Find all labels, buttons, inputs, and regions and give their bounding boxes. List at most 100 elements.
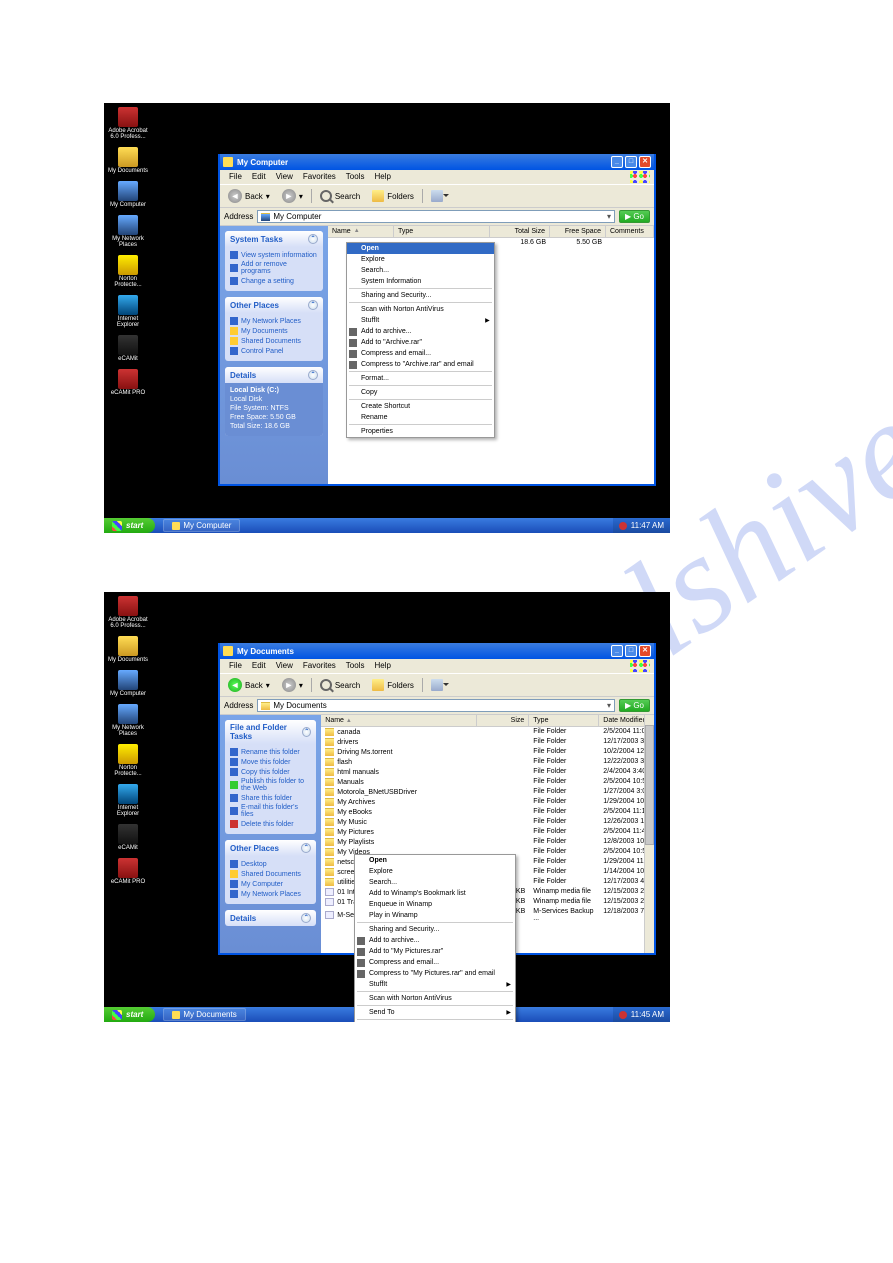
- menu-item[interactable]: Add to archive...: [347, 326, 494, 337]
- task-change-setting[interactable]: Change a setting: [230, 276, 318, 286]
- panel-heading[interactable]: Other Places⌃: [225, 840, 316, 856]
- menu-item[interactable]: Sharing and Security...: [347, 290, 494, 301]
- task-move[interactable]: Move this folder: [230, 757, 311, 767]
- folders-button[interactable]: Folders: [368, 188, 418, 204]
- menu-favorites[interactable]: Favorites: [298, 171, 341, 183]
- dropdown-icon[interactable]: ▾: [607, 212, 611, 221]
- taskbar-item[interactable]: My Documents: [163, 1008, 245, 1021]
- menu-item[interactable]: Open: [347, 243, 494, 254]
- col-size[interactable]: Size: [477, 715, 529, 726]
- maximize-button[interactable]: □: [625, 645, 637, 657]
- desktop-icon-norton[interactable]: Norton Protecte...: [106, 744, 150, 777]
- task-rename[interactable]: Rename this folder: [230, 747, 311, 757]
- task-share[interactable]: Share this folder: [230, 793, 311, 803]
- scrollbar-thumb[interactable]: [645, 725, 654, 845]
- table-row[interactable]: Motorola_BNetUSBDriverFile Folder1/27/20…: [321, 787, 654, 797]
- desktop-icon-ie[interactable]: Internet Explorer: [106, 784, 150, 817]
- menu-file[interactable]: File: [224, 660, 247, 672]
- desktop-icon-ecamit[interactable]: eCAMit: [106, 824, 150, 851]
- col-type[interactable]: Type: [394, 226, 490, 237]
- place-shared[interactable]: Shared Documents: [230, 869, 311, 879]
- menu-item[interactable]: Add to archive...: [355, 935, 515, 946]
- col-type[interactable]: Type: [529, 715, 599, 726]
- table-row[interactable]: My PicturesFile Folder2/5/2004 11:4: [321, 827, 654, 837]
- menu-item[interactable]: Format...: [347, 373, 494, 384]
- menu-item[interactable]: Copy: [347, 387, 494, 398]
- place-mydocs[interactable]: My Documents: [230, 326, 318, 336]
- col-name[interactable]: Name ▲: [321, 715, 477, 726]
- titlebar[interactable]: My Documents _ □ ✕: [220, 643, 654, 659]
- task-publish[interactable]: Publish this folder to the Web: [230, 777, 311, 793]
- table-row[interactable]: My eBooksFile Folder2/5/2004 11:1: [321, 807, 654, 817]
- menu-tools[interactable]: Tools: [341, 171, 370, 183]
- menu-help[interactable]: Help: [369, 171, 395, 183]
- table-row[interactable]: My PlaylistsFile Folder12/8/2003 10:: [321, 837, 654, 847]
- desktop-icon-network[interactable]: My Network Places: [106, 215, 150, 248]
- table-row[interactable]: driversFile Folder12/17/2003 3:: [321, 737, 654, 747]
- menu-item[interactable]: Compress to "My Pictures.rar" and email: [355, 968, 515, 979]
- desktop-icon-ecamitpro[interactable]: eCAMit PRO: [106, 858, 150, 885]
- collapse-icon[interactable]: ⌃: [301, 843, 311, 853]
- task-email[interactable]: E-mail this folder's files: [230, 803, 311, 819]
- taskbar-item[interactable]: My Computer: [163, 519, 240, 532]
- menu-item[interactable]: Send To▶: [355, 1007, 515, 1018]
- menu-view[interactable]: View: [271, 171, 298, 183]
- forward-button[interactable]: ►▾: [278, 676, 307, 694]
- close-button[interactable]: ✕: [639, 156, 651, 168]
- menu-item[interactable]: Compress and email...: [347, 348, 494, 359]
- go-button[interactable]: ▶ Go: [619, 699, 650, 712]
- menu-item[interactable]: Add to Winamp's Bookmark list: [355, 888, 515, 899]
- menu-item[interactable]: Play in Winamp: [355, 910, 515, 921]
- table-row[interactable]: My ArchivesFile Folder1/29/2004 10:: [321, 797, 654, 807]
- menu-file[interactable]: File: [224, 171, 247, 183]
- back-button[interactable]: ◄Back▾: [224, 676, 274, 694]
- menu-item[interactable]: Compress to "Archive.rar" and email: [347, 359, 494, 370]
- collapse-icon[interactable]: ⌃: [308, 234, 318, 244]
- desktop-icon-mydocs[interactable]: My Documents: [106, 147, 150, 174]
- folders-button[interactable]: Folders: [368, 677, 418, 693]
- menu-item[interactable]: StuffIt▶: [355, 979, 515, 990]
- task-view-system-info[interactable]: View system information: [230, 250, 318, 260]
- menu-item[interactable]: StuffIt▶: [347, 315, 494, 326]
- menu-edit[interactable]: Edit: [247, 660, 271, 672]
- titlebar[interactable]: My Computer _ □ ✕: [220, 154, 654, 170]
- desktop-icon-network[interactable]: My Network Places: [106, 704, 150, 737]
- place-cpanel[interactable]: Control Panel: [230, 346, 318, 356]
- menu-item[interactable]: Enqueue in Winamp: [355, 899, 515, 910]
- tray-icon[interactable]: [619, 1011, 627, 1019]
- menu-item[interactable]: Search...: [347, 265, 494, 276]
- menu-item[interactable]: Add to "Archive.rar": [347, 337, 494, 348]
- dropdown-icon[interactable]: ▾: [607, 701, 611, 710]
- start-button[interactable]: start: [104, 518, 155, 533]
- desktop-icon-norton[interactable]: Norton Protecte...: [106, 255, 150, 288]
- menu-help[interactable]: Help: [369, 660, 395, 672]
- menu-item[interactable]: Properties: [347, 426, 494, 437]
- col-free[interactable]: Free Space: [550, 226, 606, 237]
- panel-heading[interactable]: Details⌃: [225, 367, 323, 383]
- panel-heading[interactable]: File and Folder Tasks⌃: [225, 720, 316, 744]
- desktop-icon-mycomp[interactable]: My Computer: [106, 670, 150, 697]
- place-network[interactable]: My Network Places: [230, 889, 311, 899]
- collapse-icon[interactable]: ⌃: [301, 913, 311, 923]
- collapse-icon[interactable]: ⌃: [308, 300, 318, 310]
- menu-item[interactable]: Sharing and Security...: [355, 924, 515, 935]
- menu-item[interactable]: Scan with Norton AntiVirus: [347, 304, 494, 315]
- table-row[interactable]: ManualsFile Folder2/5/2004 10:5: [321, 777, 654, 787]
- menu-tools[interactable]: Tools: [341, 660, 370, 672]
- place-desktop[interactable]: Desktop: [230, 859, 311, 869]
- maximize-button[interactable]: □: [625, 156, 637, 168]
- search-button[interactable]: Search: [316, 677, 364, 693]
- desktop-icon-mycomp[interactable]: My Computer: [106, 181, 150, 208]
- start-button[interactable]: start: [104, 1007, 155, 1022]
- panel-heading[interactable]: System Tasks⌃: [225, 231, 323, 247]
- minimize-button[interactable]: _: [611, 156, 623, 168]
- col-comments[interactable]: Comments: [606, 226, 654, 237]
- menu-item[interactable]: Compress and email...: [355, 957, 515, 968]
- panel-heading[interactable]: Other Places⌃: [225, 297, 323, 313]
- search-button[interactable]: Search: [316, 188, 364, 204]
- table-row[interactable]: Driving Ms.torrentFile Folder10/2/2004 1…: [321, 747, 654, 757]
- table-row[interactable]: canadaFile Folder2/5/2004 11:0: [321, 727, 654, 737]
- panel-heading[interactable]: Details⌃: [225, 910, 316, 926]
- address-input[interactable]: My Documents ▾: [257, 699, 615, 712]
- task-delete[interactable]: Delete this folder: [230, 819, 311, 829]
